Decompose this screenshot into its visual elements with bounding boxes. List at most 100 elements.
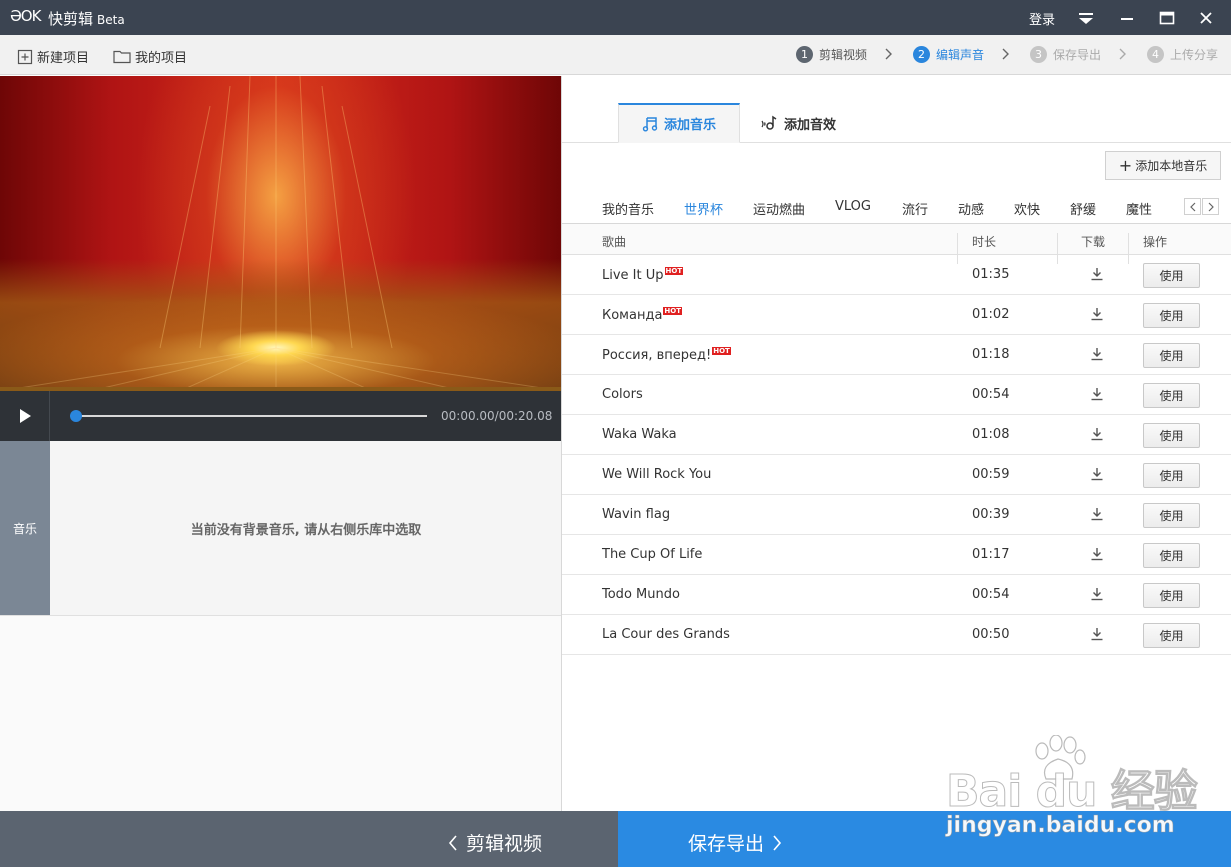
- app-beta-label: Beta: [97, 13, 125, 27]
- category-sports[interactable]: 运动燃曲: [753, 199, 805, 218]
- save-export-button[interactable]: 保存导出: [688, 829, 790, 856]
- hot-badge: HOT: [664, 267, 684, 275]
- download-icon[interactable]: [1089, 266, 1105, 282]
- song-name: We Will Rock You: [602, 467, 711, 482]
- play-button[interactable]: [0, 391, 50, 441]
- download-icon[interactable]: [1089, 546, 1105, 562]
- login-link[interactable]: 登录: [1029, 9, 1055, 28]
- use-song-button[interactable]: 使用: [1143, 343, 1200, 368]
- folder-icon: [113, 50, 131, 64]
- time-display: 00:00.00/00:20.08: [441, 409, 553, 423]
- song-row[interactable]: Live It Up HOT 01:35 使用: [562, 255, 1231, 295]
- download-icon[interactable]: [1089, 626, 1105, 642]
- step-number: 2: [913, 46, 930, 63]
- category-soothing[interactable]: 舒缓: [1070, 199, 1096, 218]
- chevron-right-icon: [773, 834, 782, 851]
- close-icon[interactable]: [1187, 0, 1225, 35]
- progress-bar[interactable]: [72, 415, 427, 417]
- progress-knob[interactable]: [70, 410, 82, 422]
- song-duration: 00:50: [972, 627, 1010, 642]
- chevron-left-icon: [448, 834, 457, 851]
- download-icon[interactable]: [1089, 586, 1105, 602]
- song-row[interactable]: Todo Mundo 00:54 使用: [562, 575, 1231, 615]
- column-song: 歌曲: [602, 235, 627, 249]
- add-local-music-label: 添加本地音乐: [1135, 159, 1208, 173]
- category-world-cup[interactable]: 世界杯: [684, 199, 723, 218]
- song-row[interactable]: The Cup Of Life 01:17 使用: [562, 535, 1231, 575]
- download-icon[interactable]: [1089, 386, 1105, 402]
- category-my-music[interactable]: 我的音乐: [602, 199, 654, 218]
- video-preview[interactable]: [0, 76, 562, 391]
- song-name: Wavin flag: [602, 507, 670, 522]
- step-1[interactable]: 1 剪辑视频: [796, 46, 867, 63]
- use-song-button[interactable]: 使用: [1143, 463, 1200, 488]
- song-row[interactable]: Команда HOT 01:02 使用: [562, 295, 1231, 335]
- download-icon[interactable]: [1089, 346, 1105, 362]
- category-magic[interactable]: 魔性: [1126, 199, 1152, 218]
- download-icon[interactable]: [1089, 506, 1105, 522]
- add-local-music-button[interactable]: + 添加本地音乐: [1105, 151, 1221, 180]
- toolbar: 新建项目 我的项目 1 剪辑视频 2 编辑声音 3 保存导出 4 上传分享: [0, 35, 1231, 75]
- step-2[interactable]: 2 编辑声音: [913, 46, 984, 63]
- song-title: Wavin flag: [602, 507, 671, 522]
- title-bar: ƏOK 快剪辑 Beta 登录: [0, 0, 1231, 35]
- song-duration: 00:39: [972, 507, 1010, 522]
- song-duration: 00:54: [972, 587, 1010, 602]
- plus-box-icon: [17, 49, 33, 64]
- song-name: Colors: [602, 387, 643, 402]
- song-name: La Cour des Grands: [602, 627, 730, 642]
- song-row[interactable]: La Cour des Grands 00:50 使用: [562, 615, 1231, 655]
- player-controls: 00:00.00/00:20.08: [0, 391, 562, 441]
- step-number: 4: [1147, 46, 1164, 63]
- tab-add-sound-effect[interactable]: 添加音效: [740, 103, 856, 143]
- audio-track-area: 音乐 当前没有背景音乐, 请从右侧乐库中选取: [0, 441, 562, 616]
- use-song-button[interactable]: 使用: [1143, 423, 1200, 448]
- song-duration: 01:02: [972, 307, 1010, 322]
- step-4[interactable]: 4 上传分享: [1147, 46, 1218, 63]
- song-row[interactable]: We Will Rock You 00:59 使用: [562, 455, 1231, 495]
- tab-add-music[interactable]: 添加音乐: [618, 103, 740, 143]
- song-duration: 01:17: [972, 547, 1010, 562]
- new-project-label: 新建项目: [37, 51, 90, 66]
- chevron-right-icon: [1119, 48, 1126, 60]
- maximize-icon[interactable]: [1148, 0, 1186, 35]
- download-icon[interactable]: [1089, 466, 1105, 482]
- column-action: 操作: [1143, 235, 1168, 249]
- song-name: Waka Waka: [602, 427, 677, 442]
- category-dynamic[interactable]: 动感: [958, 199, 984, 218]
- minimize-icon[interactable]: [1108, 0, 1146, 35]
- use-song-button[interactable]: 使用: [1143, 503, 1200, 528]
- song-list-header: 歌曲 时长 下载 操作: [562, 224, 1231, 264]
- new-project-button[interactable]: 新建项目: [17, 47, 89, 66]
- song-row[interactable]: Waka Waka 01:08 使用: [562, 415, 1231, 455]
- step-number: 1: [796, 46, 813, 63]
- hot-badge: HOT: [663, 307, 683, 315]
- stage-light-rays: [0, 76, 562, 391]
- category-scroll-left[interactable]: [1184, 198, 1201, 215]
- song-name: Todo Mundo: [602, 587, 680, 602]
- use-song-button[interactable]: 使用: [1143, 303, 1200, 328]
- use-song-button[interactable]: 使用: [1143, 623, 1200, 648]
- chevron-right-icon: [1002, 48, 1009, 60]
- use-song-button[interactable]: 使用: [1143, 263, 1200, 288]
- song-row[interactable]: Wavin flag 00:39 使用: [562, 495, 1231, 535]
- download-icon[interactable]: [1089, 306, 1105, 322]
- tab-add-sound-effect-label: 添加音效: [784, 117, 837, 133]
- song-row[interactable]: Россия, вперед! HOT 01:18 使用: [562, 335, 1231, 375]
- category-cheerful[interactable]: 欢快: [1014, 199, 1040, 218]
- app-logo: ƏOK: [10, 7, 41, 25]
- use-song-button[interactable]: 使用: [1143, 543, 1200, 568]
- category-scroll-right[interactable]: [1202, 198, 1219, 215]
- use-song-button[interactable]: 使用: [1143, 583, 1200, 608]
- back-to-edit-video-button[interactable]: 剪辑视频: [440, 829, 542, 856]
- dropdown-menu-icon[interactable]: [1067, 0, 1105, 35]
- music-track-empty-message: 当前没有背景音乐, 请从右侧乐库中选取: [190, 522, 422, 538]
- my-projects-button[interactable]: 我的项目: [113, 47, 187, 66]
- step-3[interactable]: 3 保存导出: [1030, 46, 1101, 63]
- song-row[interactable]: Colors 00:54 使用: [562, 375, 1231, 415]
- use-song-button[interactable]: 使用: [1143, 383, 1200, 408]
- chevron-left-icon: [1189, 202, 1195, 211]
- category-pop[interactable]: 流行: [902, 199, 928, 218]
- category-vlog[interactable]: VLOG: [835, 199, 871, 214]
- download-icon[interactable]: [1089, 426, 1105, 442]
